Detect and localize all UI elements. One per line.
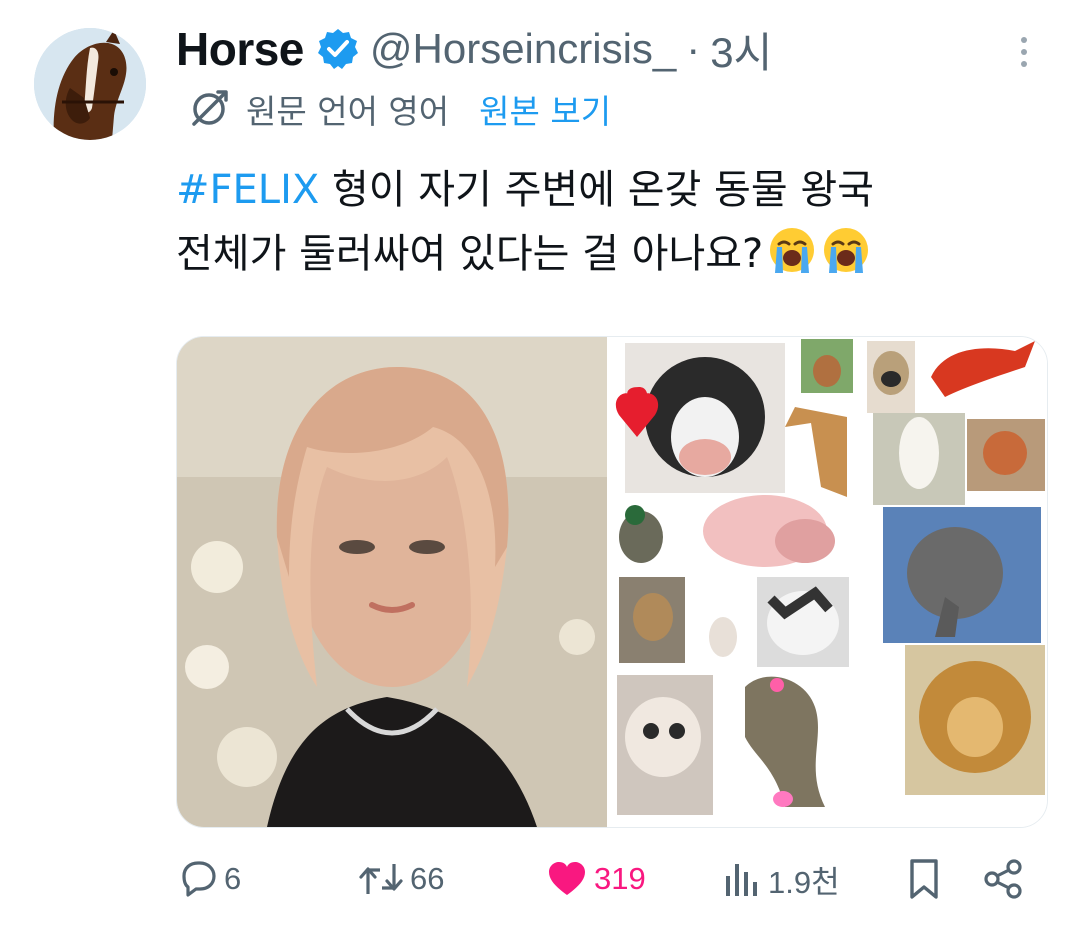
author-avatar[interactable]	[34, 28, 146, 140]
tweet[interactable]: Horse @Horseincrisis_ · 3시 원문 언어 영어 원본 보…	[0, 0, 1080, 928]
animal-collage-photo-icon	[615, 337, 1047, 827]
show-original-link[interactable]: 원본 보기	[479, 85, 611, 133]
bookmark-icon	[910, 859, 938, 899]
tweet-header: Horse @Horseincrisis_ · 3시	[176, 18, 772, 80]
translation-row: 원문 언어 영어 원본 보기	[188, 84, 611, 134]
hashtag-link[interactable]: #FELIX	[176, 167, 319, 213]
horse-avatar-icon	[34, 28, 146, 140]
tweet-media	[176, 336, 1048, 828]
tweet-text-segment-2: 전체가 둘러싸여 있다는 걸 아나요?	[176, 231, 764, 277]
retweet-count: 66	[410, 861, 445, 896]
view-count: 1.9천	[768, 864, 840, 900]
tweet-time[interactable]: 3시	[710, 19, 772, 80]
verified-badge-icon	[317, 29, 358, 69]
media-photo-2[interactable]	[615, 337, 1047, 827]
like-button[interactable]: 319	[546, 852, 646, 906]
author-display-name[interactable]: Horse	[176, 22, 304, 76]
reply-button[interactable]: 6	[176, 852, 241, 906]
action-bar: 6 66 319 1.9천	[176, 852, 1036, 906]
tweet-text-line-2: 전체가 둘러싸여 있다는 걸 아나요?	[176, 222, 1056, 286]
translate-icon	[192, 90, 228, 126]
bookmark-button[interactable]	[904, 852, 944, 906]
retweet-icon	[359, 864, 403, 894]
more-options-icon[interactable]	[1004, 30, 1044, 74]
like-count: 319	[594, 861, 646, 896]
heart-icon	[549, 862, 585, 895]
analytics-bars-icon	[726, 864, 757, 896]
share-button[interactable]	[982, 852, 1026, 906]
retweet-button[interactable]: 66	[358, 852, 444, 906]
tweet-text-line-1: #FELIX 형이 자기 주변에 온갖 동물 왕국	[176, 158, 1056, 222]
share-icon	[984, 859, 1022, 899]
translation-note: 원문 언어 영어	[246, 92, 450, 131]
author-handle[interactable]: @Horseincrisis_	[370, 25, 676, 73]
header-separator: ·	[686, 25, 701, 72]
portrait-photo-icon	[177, 337, 607, 827]
loudly-crying-face-icon	[770, 228, 815, 273]
tweet-text-segment-1: 형이 자기 주변에 온갖 동물 왕국	[319, 167, 874, 213]
media-photo-1[interactable]	[177, 337, 607, 827]
views-button[interactable]: 1.9천	[722, 852, 840, 906]
tweet-text: #FELIX 형이 자기 주변에 온갖 동물 왕국 전체가 둘러싸여 있다는 걸…	[176, 158, 1056, 286]
loudly-crying-face-icon	[824, 228, 869, 273]
reply-count: 6	[224, 861, 242, 896]
reply-icon	[182, 861, 216, 897]
